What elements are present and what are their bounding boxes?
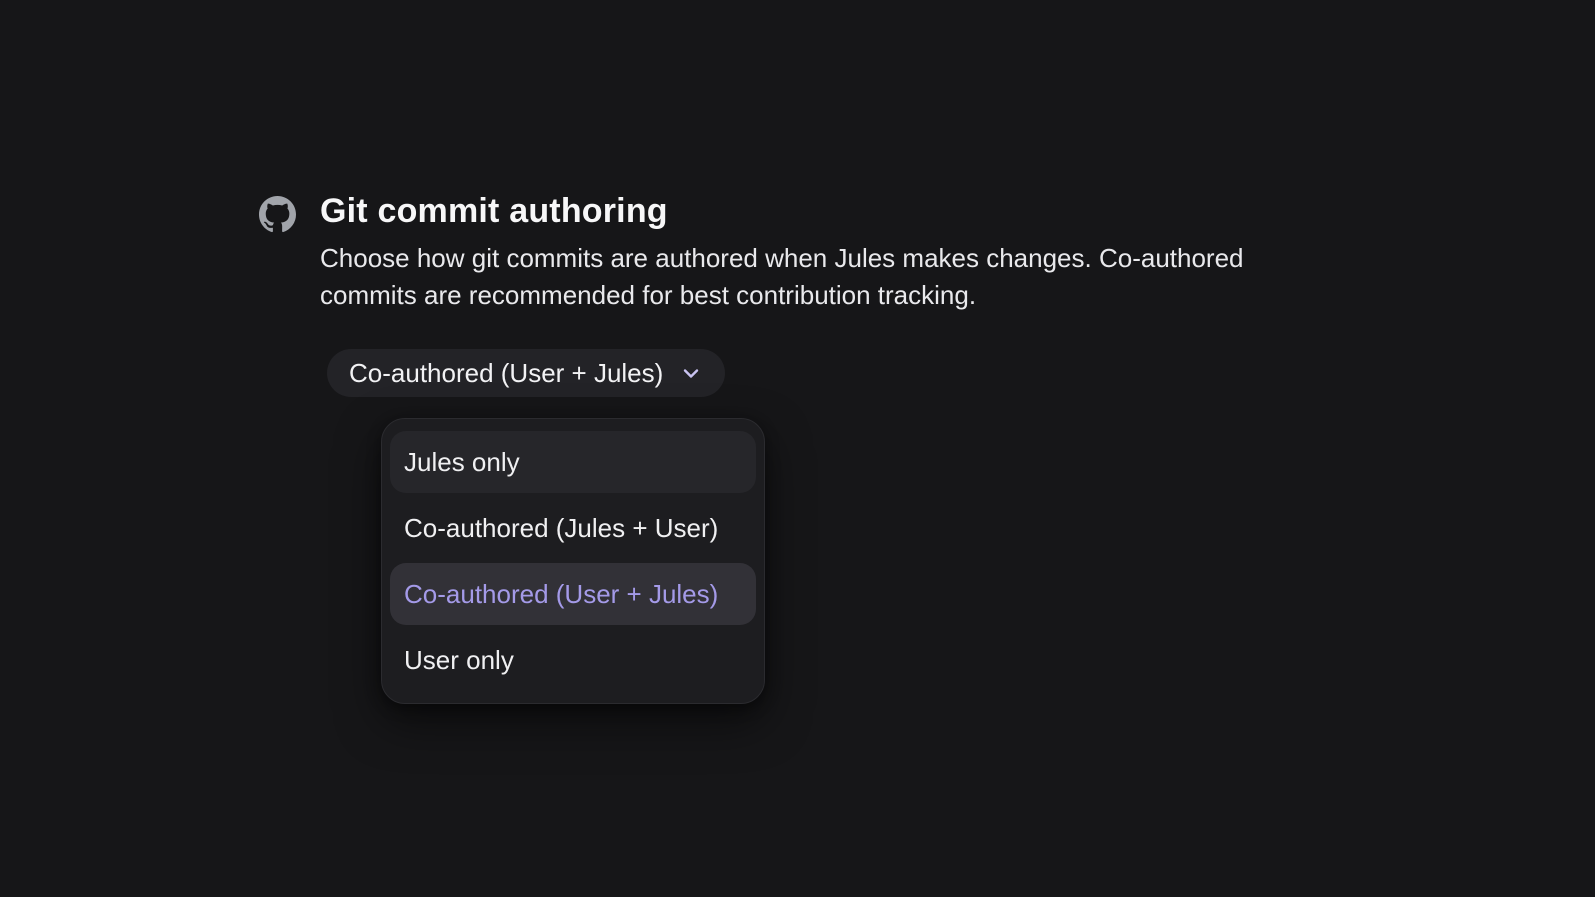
section-title: Git commit authoring: [320, 192, 668, 230]
section-description: Choose how git commits are authored when…: [320, 240, 1244, 314]
chevron-down-icon: [679, 361, 703, 385]
dropdown-option-user-only[interactable]: User only: [390, 629, 756, 691]
dropdown-option-jules-only[interactable]: Jules only: [390, 431, 756, 493]
settings-page: Git commit authoring Choose how git comm…: [0, 0, 1595, 897]
section-description-line1: Choose how git commits are authored when…: [320, 243, 1244, 273]
commit-authoring-select[interactable]: Co-authored (User + Jules): [327, 349, 726, 397]
commit-authoring-dropdown: Jules only Co-authored (Jules + User) Co…: [381, 418, 765, 704]
dropdown-option-co-authored-user-jules[interactable]: Co-authored (User + Jules): [390, 563, 756, 625]
select-value: Co-authored (User + Jules): [349, 357, 664, 388]
github-icon: [259, 196, 296, 233]
dropdown-option-co-authored-jules-user[interactable]: Co-authored (Jules + User): [390, 497, 756, 559]
section-description-line2: commits are recommended for best contrib…: [320, 280, 977, 310]
